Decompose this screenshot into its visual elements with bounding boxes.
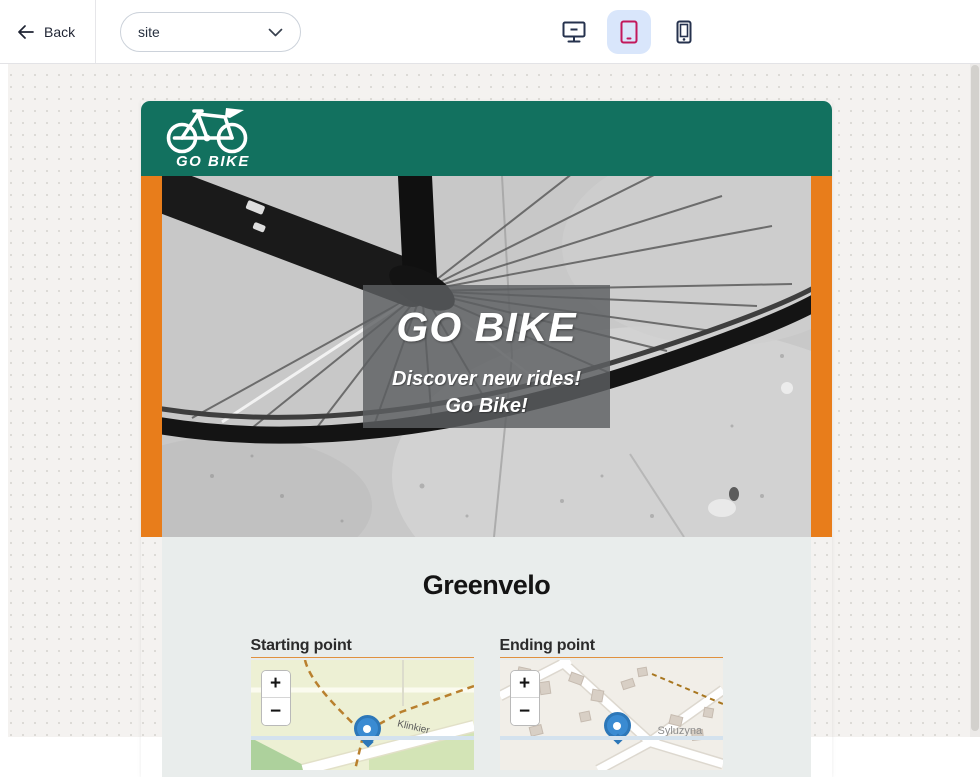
back-button[interactable]: Back: [0, 0, 96, 63]
hero-tagline-line2: Go Bike!: [363, 393, 610, 420]
go-bike-logo: GO BIKE: [162, 106, 272, 177]
ending-point-map[interactable]: + − Syluzyna: [500, 660, 723, 770]
section-title: Greenvelo: [162, 537, 811, 601]
hero-title: GO BIKE: [363, 304, 610, 351]
hero-tagline-line1: Discover new rides!: [363, 366, 610, 393]
ending-point-column: Ending point: [500, 637, 723, 770]
tablet-icon: [615, 18, 643, 46]
ending-point-marker[interactable]: [604, 712, 631, 739]
tablet-preview-button[interactable]: [607, 10, 651, 54]
ending-point-label: Ending point: [500, 637, 723, 658]
zoom-in-button[interactable]: +: [262, 671, 290, 698]
trip-section: Greenvelo Starting point: [162, 537, 811, 777]
hero-tagline: Discover new rides! Go Bike!: [363, 366, 610, 420]
top-toolbar: Back site: [0, 0, 980, 64]
zoom-out-button[interactable]: −: [511, 698, 539, 725]
desktop-preview-button[interactable]: [552, 10, 596, 54]
arrow-left-icon: [17, 25, 35, 39]
flag-icon: [225, 108, 244, 118]
page-select-value: site: [138, 24, 160, 40]
hero-banner: GO BIKE Discover new rides! Go Bike!: [141, 176, 832, 537]
chevron-down-icon: [268, 28, 283, 37]
zoom-out-button[interactable]: −: [262, 698, 290, 725]
device-preview-toggle: [552, 10, 706, 54]
mobile-preview-button[interactable]: [662, 10, 706, 54]
page-select-dropdown[interactable]: site: [120, 12, 301, 52]
starting-point-label: Starting point: [251, 637, 474, 658]
zoom-in-button[interactable]: +: [511, 671, 539, 698]
starting-point-column: Starting point: [251, 637, 474, 770]
logo-title: GO BIKE: [176, 153, 250, 170]
site-header: GO BIKE: [141, 101, 832, 176]
site-preview-frame: GO BIKE: [141, 101, 832, 777]
back-label: Back: [44, 24, 75, 40]
preview-canvas: GO BIKE: [0, 64, 980, 737]
route-point-columns: Starting point: [251, 637, 723, 770]
mobile-icon: [670, 18, 698, 46]
starting-point-map[interactable]: + − Klinkier: [251, 660, 474, 770]
scrollbar-thumb[interactable]: [971, 65, 979, 731]
desktop-icon: [560, 18, 588, 46]
vertical-scrollbar[interactable]: [970, 64, 980, 737]
bicycle-icon: [169, 111, 246, 152]
map-zoom-control: + −: [261, 670, 291, 726]
map-zoom-control: + −: [510, 670, 540, 726]
hero-overlay-card: GO BIKE Discover new rides! Go Bike!: [363, 285, 610, 428]
canvas-left-gutter: [0, 64, 8, 737]
